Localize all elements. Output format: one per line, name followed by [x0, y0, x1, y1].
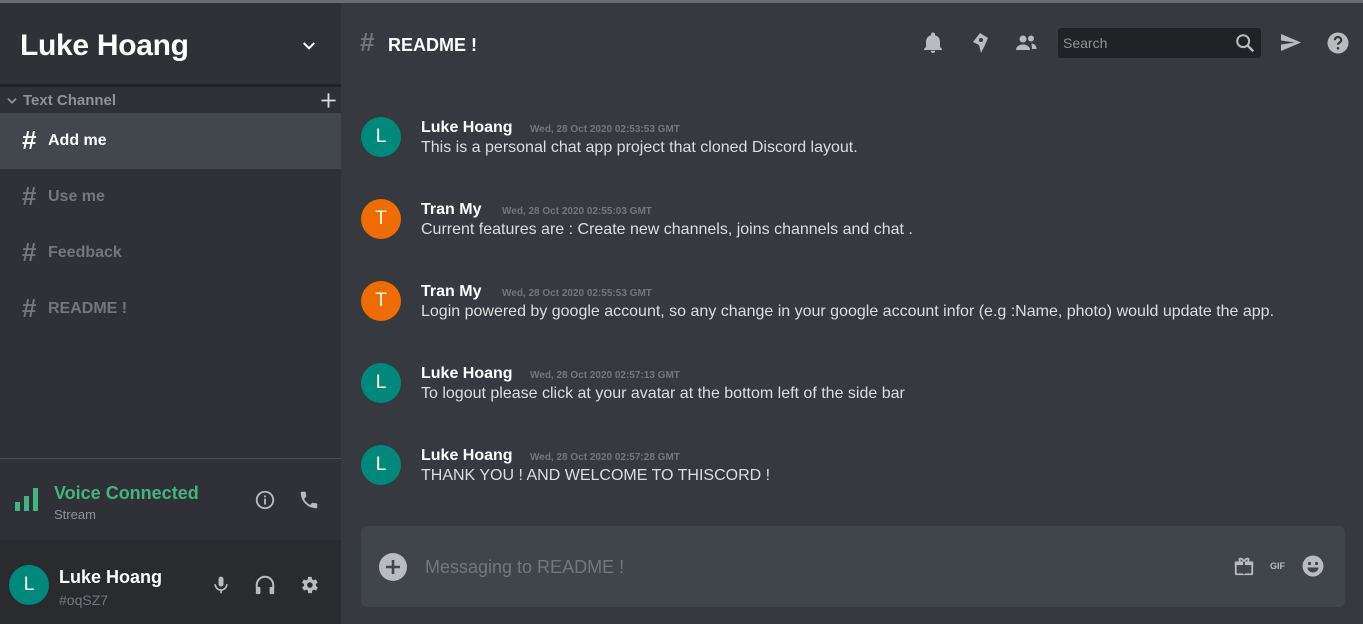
signal-icon: [15, 488, 38, 511]
sidebar-channel-add-me[interactable]: # Add me: [0, 113, 341, 169]
channel-name: Add me: [48, 132, 107, 149]
headphones-icon[interactable]: [254, 574, 276, 596]
message-text: Login powered by google account, so any …: [421, 303, 1275, 320]
message-text: THANK YOU ! AND WELCOME TO THISCORD !: [421, 467, 771, 484]
section-label: Text Channel: [23, 92, 117, 109]
search-input[interactable]: [1058, 28, 1228, 58]
message-text: Current features are : Create new channe…: [421, 221, 913, 238]
avatar[interactable]: L: [361, 363, 401, 403]
search-box[interactable]: [1058, 28, 1261, 58]
search-icon[interactable]: [1234, 32, 1256, 54]
user-tag: #oqSZ7: [59, 592, 109, 608]
gear-icon[interactable]: [298, 574, 320, 596]
chevron-down-icon[interactable]: [300, 37, 318, 55]
hash-icon: #: [22, 181, 37, 211]
message-item: L Luke Hoang Wed, 28 Oct 2020 02:57:28 G…: [341, 445, 1363, 527]
chat-main: # README ! Search L Luke Hoang Wed, 28 O…: [341, 3, 1363, 624]
sidebar-channel-use-me[interactable]: # Use me: [0, 169, 341, 225]
message-item: L Luke Hoang Wed, 28 Oct 2020 02:53:53 G…: [341, 117, 1363, 199]
avatar[interactable]: L: [361, 445, 401, 485]
message-timestamp: Wed, 28 Oct 2020 02:55:53 GMT: [502, 288, 652, 299]
voice-channel-name: Stream: [54, 507, 96, 522]
message-timestamp: Wed, 28 Oct 2020 02:53:53 GMT: [530, 124, 680, 135]
send-icon[interactable]: [1279, 31, 1303, 55]
message-item: L Luke Hoang Wed, 28 Oct 2020 02:57:13 G…: [341, 363, 1363, 445]
message-timestamp: Wed, 28 Oct 2020 02:55:03 GMT: [502, 206, 652, 217]
channel-title: README !: [388, 35, 477, 55]
server-header[interactable]: Luke Hoang: [0, 3, 341, 87]
server-name: Luke Hoang: [20, 29, 189, 62]
message-author[interactable]: Tran My: [421, 201, 481, 219]
hash-icon: #: [360, 27, 375, 57]
members-icon[interactable]: [1014, 31, 1038, 55]
message-author[interactable]: Luke Hoang: [421, 365, 513, 383]
message-text: This is a personal chat app project that…: [421, 139, 858, 156]
avatar[interactable]: T: [361, 199, 401, 239]
hash-icon: #: [22, 237, 37, 267]
plus-icon[interactable]: [320, 92, 337, 109]
bell-icon[interactable]: [921, 31, 945, 55]
channel-name: Feedback: [48, 244, 122, 261]
info-icon[interactable]: [254, 489, 276, 511]
gif-icon[interactable]: GIF: [1270, 561, 1285, 571]
add-attachment-icon[interactable]: [378, 552, 408, 582]
channel-name: Use me: [48, 188, 105, 205]
message-text: To logout please click at your avatar at…: [421, 385, 905, 402]
sidebar: Luke Hoang Text Channel # Add me # Use m…: [0, 3, 341, 624]
avatar[interactable]: L: [361, 117, 401, 157]
message-author[interactable]: Tran My: [421, 283, 481, 301]
phone-icon[interactable]: [298, 489, 320, 511]
channel-name: README !: [48, 300, 128, 317]
message-author[interactable]: Luke Hoang: [421, 119, 513, 137]
user-name: Luke Hoang: [59, 567, 163, 587]
message-item: T Tran My Wed, 28 Oct 2020 02:55:03 GMT …: [341, 199, 1363, 281]
text-channel-section-header[interactable]: Text Channel: [0, 90, 341, 112]
message-input[interactable]: [425, 550, 1205, 584]
voice-status-title[interactable]: Voice Connected: [54, 483, 199, 504]
help-icon[interactable]: [1326, 31, 1350, 55]
message-timestamp: Wed, 28 Oct 2020 02:57:28 GMT: [530, 452, 680, 463]
gift-icon[interactable]: [1233, 555, 1255, 577]
message-composer: GIF: [361, 526, 1345, 607]
hash-icon: #: [22, 125, 37, 155]
message-item: T Tran My Wed, 28 Oct 2020 02:55:53 GMT …: [341, 281, 1363, 363]
avatar[interactable]: T: [361, 281, 401, 321]
channel-list: # Add me # Use me # Feedback # README !: [0, 113, 341, 337]
user-panel: L Luke Hoang #oqSZ7: [0, 540, 341, 624]
sidebar-channel-readme[interactable]: # README !: [0, 281, 341, 337]
sidebar-channel-feedback[interactable]: # Feedback: [0, 225, 341, 281]
hash-icon: #: [22, 293, 37, 323]
mic-icon[interactable]: [211, 574, 231, 596]
voice-panel: Voice Connected Stream: [0, 458, 341, 540]
pin-icon[interactable]: [968, 31, 992, 55]
message-timestamp: Wed, 28 Oct 2020 02:57:13 GMT: [530, 370, 680, 381]
emoji-icon[interactable]: [1301, 554, 1325, 578]
chevron-down-icon[interactable]: [5, 94, 19, 108]
channel-header: # README !: [341, 3, 1363, 85]
avatar[interactable]: L: [9, 565, 49, 605]
message-author[interactable]: Luke Hoang: [421, 447, 513, 465]
message-list: L Luke Hoang Wed, 28 Oct 2020 02:53:53 G…: [341, 117, 1363, 527]
